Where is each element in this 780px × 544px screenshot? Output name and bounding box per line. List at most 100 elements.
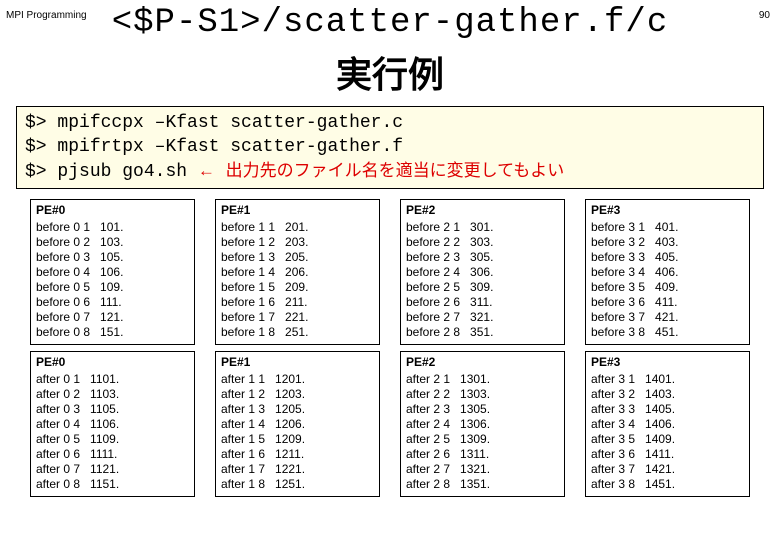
pe-title: PE#1 [221,203,374,218]
table-row: before 1 7 221. [221,310,374,325]
table-row: after 0 4 1106. [36,417,189,432]
table-row: after 2 4 1306. [406,417,559,432]
table-row: after 0 1 1101. [36,372,189,387]
table-row: before 3 2 403. [591,235,744,250]
pe-title: PE#1 [221,355,374,370]
table-row: before 1 5 209. [221,280,374,295]
table-row: before 3 7 421. [591,310,744,325]
table-row: before 2 1 301. [406,220,559,235]
pe-title: PE#0 [36,355,189,370]
table-row: after 0 5 1109. [36,432,189,447]
table-row: after 3 2 1403. [591,387,744,402]
table-row: after 3 7 1421. [591,462,744,477]
table-row: after 1 2 1203. [221,387,374,402]
cmd-line-3: $> pjsub go4.sh ← 出力先のファイル名を適当に変更してもよい [25,160,755,184]
table-row: before 1 6 211. [221,295,374,310]
command-box: $> mpifccpx –Kfast scatter-gather.c $> m… [16,106,764,189]
title-path: <$P-S1>/scatter-gather.f/c [112,4,669,42]
table-row: after 3 4 1406. [591,417,744,432]
pe0-after-box: PE#0 after 0 1 1101. after 0 2 1103. aft… [30,351,195,497]
table-row: after 3 1 1401. [591,372,744,387]
table-row: before 0 6 111. [36,295,189,310]
pe3-after-box: PE#3 after 3 1 1401. after 3 2 1403. aft… [585,351,750,497]
table-row: after 1 1 1201. [221,372,374,387]
table-row: after 2 6 1311. [406,447,559,462]
table-row: before 0 4 106. [36,265,189,280]
pe1-before-box: PE#1 before 1 1 201. before 1 2 203. bef… [215,199,380,345]
after-row: PE#0 after 0 1 1101. after 0 2 1103. aft… [30,351,750,497]
pe-title: PE#2 [406,203,559,218]
table-row: before 3 3 405. [591,250,744,265]
prompt: $> [25,162,47,182]
table-row: after 0 3 1105. [36,402,189,417]
table-row: before 1 2 203. [221,235,374,250]
prompt: $> [25,113,47,133]
table-row: before 3 5 409. [591,280,744,295]
table-row: before 1 1 201. [221,220,374,235]
table-row: before 0 3 105. [36,250,189,265]
table-row: before 2 7 321. [406,310,559,325]
pe0-before-box: PE#0 before 0 1 101. before 0 2 103. bef… [30,199,195,345]
table-row: after 2 2 1303. [406,387,559,402]
table-row: after 2 3 1305. [406,402,559,417]
table-row: after 2 1 1301. [406,372,559,387]
before-row: PE#0 before 0 1 101. before 0 2 103. bef… [30,199,750,345]
arrow-left-icon: ← [198,161,215,180]
table-row: after 1 5 1209. [221,432,374,447]
pe2-after-box: PE#2 after 2 1 1301. after 2 2 1303. aft… [400,351,565,497]
table-row: after 0 8 1151. [36,477,189,492]
pe-title: PE#3 [591,203,744,218]
table-row: before 1 8 251. [221,325,374,340]
header-label: MPI Programming [6,10,87,21]
page-number: 90 [759,10,770,21]
table-row: after 3 3 1405. [591,402,744,417]
table-row: before 3 8 451. [591,325,744,340]
table-row: before 0 1 101. [36,220,189,235]
pe-title: PE#2 [406,355,559,370]
table-row: after 3 8 1451. [591,477,744,492]
table-row: after 1 3 1205. [221,402,374,417]
table-row: before 2 4 306. [406,265,559,280]
table-row: before 0 5 109. [36,280,189,295]
table-row: before 0 7 121. [36,310,189,325]
title-jp-line: 実行例 [0,46,780,98]
table-row: before 3 4 406. [591,265,744,280]
table-row: after 3 5 1409. [591,432,744,447]
title-jp: 実行例 [336,55,444,95]
cmd-note: 出力先のファイル名を適当に変更してもよい [226,161,565,180]
table-row: before 2 8 351. [406,325,559,340]
pe-title: PE#3 [591,355,744,370]
table-row: after 0 7 1121. [36,462,189,477]
cmd-line-2: $> mpifrtpx –Kfast scatter-gather.f [25,135,755,159]
table-row: after 3 6 1411. [591,447,744,462]
table-row: after 0 2 1103. [36,387,189,402]
table-row: before 0 2 103. [36,235,189,250]
table-row: after 2 7 1321. [406,462,559,477]
table-row: after 1 4 1206. [221,417,374,432]
title-path-line: <$P-S1>/scatter-gather.f/c [0,4,780,42]
pe1-after-box: PE#1 after 1 1 1201. after 1 2 1203. aft… [215,351,380,497]
table-row: after 1 6 1211. [221,447,374,462]
table-row: before 2 2 303. [406,235,559,250]
cmd-text: mpifccpx –Kfast scatter-gather.c [57,113,403,133]
pe2-before-box: PE#2 before 2 1 301. before 2 2 303. bef… [400,199,565,345]
table-row: before 2 6 311. [406,295,559,310]
table-row: before 2 5 309. [406,280,559,295]
table-row: before 2 3 305. [406,250,559,265]
prompt: $> [25,137,47,157]
pe3-before-box: PE#3 before 3 1 401. before 3 2 403. bef… [585,199,750,345]
table-row: before 1 3 205. [221,250,374,265]
pe-title: PE#0 [36,203,189,218]
table-row: before 3 6 411. [591,295,744,310]
cmd-text: mpifrtpx –Kfast scatter-gather.f [57,137,403,157]
table-row: before 0 8 151. [36,325,189,340]
table-row: after 2 5 1309. [406,432,559,447]
table-row: before 1 4 206. [221,265,374,280]
table-row: after 0 6 1111. [36,447,189,462]
cmd-text: pjsub go4.sh [57,162,187,182]
table-row: after 2 8 1351. [406,477,559,492]
table-row: after 1 7 1221. [221,462,374,477]
table-row: after 1 8 1251. [221,477,374,492]
cmd-line-1: $> mpifccpx –Kfast scatter-gather.c [25,111,755,135]
table-row: before 3 1 401. [591,220,744,235]
